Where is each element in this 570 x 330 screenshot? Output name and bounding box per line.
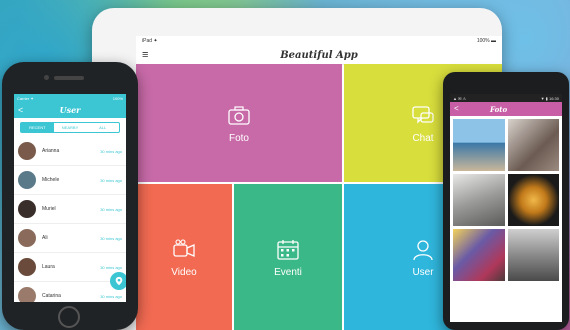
iphone-screen-title: User — [59, 105, 81, 115]
iphone-status-bar: Carrier ✦ 100% — [14, 94, 126, 102]
list-item[interactable]: Muriel 30 mins ago — [14, 195, 126, 224]
android-app-bar: < Foto — [450, 102, 562, 116]
android-status-right: ▼ ▮ 16:30 — [540, 95, 559, 101]
user-time: 30 mins ago — [100, 264, 122, 270]
android-status-bar: ▲ ✉ ⚠ ▼ ▮ 16:30 — [450, 94, 562, 102]
avatar — [18, 229, 36, 247]
tile-video-label: Video — [171, 266, 197, 278]
photo-grid — [450, 116, 562, 284]
avatar — [18, 200, 36, 218]
user-name: Laura — [42, 264, 55, 270]
android-status-left: ▲ ✉ ⚠ — [453, 95, 467, 101]
front-camera — [44, 75, 49, 80]
avatar — [18, 142, 36, 160]
tile-chat-label: Chat — [412, 132, 434, 144]
location-pin-icon — [115, 276, 123, 286]
avatar — [18, 287, 36, 302]
app-title: Beautiful App — [280, 49, 358, 61]
user-time: 30 mins ago — [100, 177, 122, 183]
tablet-status-right: 100% ▬ — [476, 38, 496, 44]
photo-thumbnail[interactable] — [507, 174, 559, 226]
tile-eventi[interactable]: Eventi — [234, 184, 342, 330]
avatar — [18, 258, 36, 276]
tile-video[interactable]: Video — [136, 184, 232, 330]
user-name: Ali — [42, 235, 48, 241]
android-device: ▲ ✉ ⚠ ▼ ▮ 16:30 < Foto — [443, 72, 569, 330]
user-time: 30 mins ago — [100, 206, 122, 212]
tile-eventi-label: Eventi — [274, 266, 302, 278]
list-item[interactable]: Arianna 30 mins ago — [14, 137, 126, 166]
avatar — [18, 171, 36, 189]
earpiece-speaker — [54, 76, 84, 80]
photo-thumbnail[interactable] — [507, 229, 559, 281]
camera-icon — [228, 105, 250, 125]
user-time: 30 mins ago — [100, 148, 122, 154]
tablet-app-bar: ≡ Beautiful App — [136, 46, 502, 65]
user-name: Arianna — [42, 148, 60, 154]
tablet-status-bar: iPad ✦ 100% ▬ — [136, 36, 502, 46]
photo-thumbnail[interactable] — [453, 174, 505, 226]
android-screen-title: Foto — [490, 104, 508, 114]
user-name: Muriel — [42, 206, 56, 212]
list-item[interactable]: Laura 30 mins ago — [14, 253, 126, 282]
tab-recent[interactable]: RECENT — [21, 123, 54, 132]
user-name: Michele — [42, 177, 60, 183]
iphone-status-right: 100% — [112, 95, 123, 101]
tile-user-label: User — [412, 266, 434, 278]
list-item[interactable]: Michele 30 mins ago — [14, 166, 126, 195]
calendar-icon — [277, 239, 299, 260]
iphone-device: Carrier ✦ 100% < User RECENT NEARBY ALL … — [2, 62, 138, 330]
user-time: 30 mins ago — [100, 235, 122, 241]
home-button[interactable] — [58, 306, 80, 328]
tablet-status-left: iPad ✦ — [142, 38, 158, 44]
tile-foto[interactable]: Foto — [136, 64, 342, 182]
android-screen: ▲ ✉ ⚠ ▼ ▮ 16:30 < Foto — [450, 94, 562, 322]
tile-foto-label: Foto — [228, 132, 249, 144]
back-arrow-icon[interactable]: < — [454, 102, 459, 116]
tab-nearby[interactable]: NEARBY — [54, 123, 87, 132]
list-item[interactable]: Ali 30 mins ago — [14, 224, 126, 253]
location-pin-button[interactable] — [110, 272, 126, 290]
iphone-status-left: Carrier ✦ — [17, 95, 34, 101]
photo-thumbnail[interactable] — [453, 119, 505, 171]
user-time: 30 mins ago — [100, 293, 122, 299]
user-list: Arianna 30 mins ago Michele 30 mins ago … — [14, 137, 126, 302]
iphone-nav-bar: < User — [14, 102, 126, 118]
photo-thumbnail[interactable] — [507, 119, 559, 171]
user-name: Catarina — [42, 293, 61, 299]
back-arrow-icon[interactable]: < — [18, 102, 23, 118]
tab-all[interactable]: ALL — [86, 123, 119, 132]
video-camera-icon — [173, 238, 195, 257]
photo-thumbnail[interactable] — [453, 229, 505, 281]
tablet-device: iPad ✦ 100% ▬ ≡ Beautiful App Foto Chat … — [92, 8, 502, 330]
iphone-screen: Carrier ✦ 100% < User RECENT NEARBY ALL … — [14, 94, 126, 302]
chat-icon — [412, 105, 434, 124]
user-icon — [413, 239, 433, 260]
user-filter-tabs: RECENT NEARBY ALL — [20, 122, 120, 133]
list-item[interactable]: Catarina 30 mins ago — [14, 282, 126, 302]
hamburger-menu-icon[interactable]: ≡ — [142, 50, 148, 61]
